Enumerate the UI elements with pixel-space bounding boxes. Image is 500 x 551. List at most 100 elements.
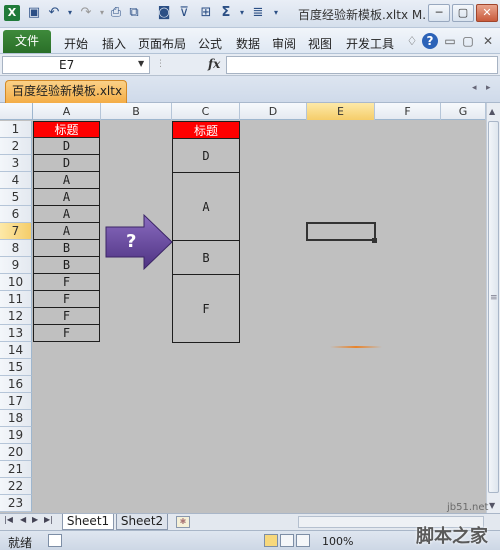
cell-a9[interactable]: B (33, 257, 100, 274)
workbook-tab[interactable]: 百度经验新模板.xltx (5, 80, 127, 103)
cell-a5[interactable]: A (33, 189, 100, 206)
tab-developer[interactable]: 开发工具 (346, 35, 394, 52)
row-header-21[interactable]: 21 (0, 461, 32, 478)
tab-home[interactable]: 开始 (64, 35, 88, 52)
row-header-3[interactable]: 3 (0, 155, 32, 172)
undo-icon[interactable]: ↶ (46, 5, 62, 21)
row-header-18[interactable]: 18 (0, 410, 32, 427)
insert-sheet-icon[interactable]: ✱ (176, 516, 190, 528)
row-header-23[interactable]: 23 (0, 495, 32, 512)
row-header-12[interactable]: 12 (0, 308, 32, 325)
vertical-scroll-thumb[interactable] (488, 121, 499, 493)
scroll-down-icon[interactable]: ▼ (489, 501, 495, 510)
close-button[interactable]: ✕ (476, 4, 498, 22)
column-header-a[interactable]: A (33, 103, 101, 120)
row-header-7[interactable]: 7 (0, 223, 32, 240)
row-header-2[interactable]: 2 (0, 138, 32, 155)
row-header-11[interactable]: 11 (0, 291, 32, 308)
next-sheet-icon[interactable]: ▶ (32, 515, 38, 524)
column-header-g[interactable]: G (441, 103, 486, 120)
save-icon[interactable]: ▣ (26, 5, 42, 21)
column-header-d[interactable]: D (240, 103, 307, 120)
column-header-b[interactable]: B (101, 103, 172, 120)
arrow-shape[interactable] (104, 213, 174, 271)
row-header-15[interactable]: 15 (0, 359, 32, 376)
merged-cell-c10-c13[interactable]: F (172, 275, 240, 343)
row-header-16[interactable]: 16 (0, 376, 32, 393)
row-header-8[interactable]: 8 (0, 240, 32, 257)
cell-a6[interactable]: A (33, 206, 100, 223)
merged-cell-c8-c9[interactable]: B (172, 241, 240, 275)
filter-icon[interactable]: ⊽ (176, 5, 192, 21)
zoom-level[interactable]: 100% (322, 535, 353, 548)
row-header-20[interactable]: 20 (0, 444, 32, 461)
cell-c1-header[interactable]: 标题 (172, 121, 240, 139)
cell-a12[interactable]: F (33, 308, 100, 325)
customize-qat-icon[interactable]: ▾ (268, 5, 284, 21)
row-header-4[interactable]: 4 (0, 172, 32, 189)
name-box[interactable]: E7 (2, 56, 150, 74)
column-header-f[interactable]: F (375, 103, 441, 120)
insert-function-button[interactable]: fx (208, 57, 220, 71)
format-painter-icon[interactable]: ⧉ (126, 5, 142, 21)
row-header-14[interactable]: 14 (0, 342, 32, 359)
selected-cell-e7[interactable] (306, 222, 376, 241)
cell-a2[interactable]: D (33, 138, 100, 155)
column-header-c[interactable]: C (172, 103, 240, 120)
sheet-tab-sheet2[interactable]: Sheet2 (116, 514, 168, 530)
cell-a13[interactable]: F (33, 325, 100, 342)
tab-file[interactable]: 文件 (3, 30, 51, 53)
column-header-e[interactable]: E (307, 103, 375, 120)
camera-icon[interactable]: ◙ (156, 5, 172, 21)
tab-insert[interactable]: 插入 (102, 35, 126, 52)
row-header-1[interactable]: 1 (0, 121, 32, 138)
cell-a11[interactable]: F (33, 291, 100, 308)
tab-formulas[interactable]: 公式 (198, 35, 222, 52)
row-header-19[interactable]: 19 (0, 427, 32, 444)
help-icon[interactable]: ? (422, 33, 438, 49)
minimize-workbook-icon[interactable]: ▭ (442, 33, 458, 49)
cell-a10[interactable]: F (33, 274, 100, 291)
first-sheet-icon[interactable]: |◀ (4, 515, 13, 524)
restore-workbook-icon[interactable]: ▢ (460, 33, 476, 49)
tab-page-layout[interactable]: 页面布局 (138, 35, 186, 52)
minimize-button[interactable]: ─ (428, 4, 450, 22)
macro-record-icon[interactable] (48, 534, 62, 547)
formula-input[interactable] (226, 56, 498, 74)
worksheet-grid[interactable]: A B C D E F G 标题 D A B F ? 1 2 3 4 5 6 7 8 9 10 11… (0, 103, 486, 513)
cell-a8[interactable]: B (33, 240, 100, 257)
collapse-ribbon-icon[interactable]: ♢ (404, 33, 420, 49)
merged-cell-c4-c7[interactable]: A (172, 173, 240, 241)
normal-view-button[interactable] (264, 534, 278, 547)
tab-review[interactable]: 审阅 (272, 35, 296, 52)
page-break-view-button[interactable] (296, 534, 310, 547)
sheet-tab-sheet1[interactable]: Sheet1 (62, 514, 114, 530)
align-icon[interactable]: ≣ (250, 5, 266, 21)
row-header-5[interactable]: 5 (0, 189, 32, 206)
page-layout-view-button[interactable] (280, 534, 294, 547)
close-workbook-icon[interactable]: ✕ (480, 33, 496, 49)
undo-dropdown-icon[interactable]: ▾ (62, 5, 78, 21)
prev-sheet-icon[interactable]: ◀ (20, 515, 26, 524)
row-header-10[interactable]: 10 (0, 274, 32, 291)
excel-app-icon[interactable]: X (4, 5, 20, 21)
scroll-up-icon[interactable]: ▲ (489, 107, 495, 116)
restore-button[interactable]: ▢ (452, 4, 474, 22)
cell-a7[interactable]: A (33, 223, 100, 240)
fill-handle[interactable] (372, 238, 377, 243)
name-box-dropdown-icon[interactable]: ▼ (138, 59, 144, 68)
vertical-scrollbar[interactable]: ▲ ≡ ▼ (486, 103, 500, 513)
autosum-dropdown-icon[interactable]: ▾ (234, 5, 250, 21)
cell-a3[interactable]: D (33, 155, 100, 172)
select-all-corner[interactable] (0, 103, 33, 120)
last-sheet-icon[interactable]: ▶| (44, 515, 53, 524)
redo-icon[interactable]: ↷ (78, 5, 94, 21)
cell-a1-header[interactable]: 标题 (33, 121, 100, 138)
tab-view[interactable]: 视图 (308, 35, 332, 52)
row-header-6[interactable]: 6 (0, 206, 32, 223)
cell-a4[interactable]: A (33, 172, 100, 189)
autosum-icon[interactable]: Σ (218, 5, 234, 21)
merged-cell-c2-c3[interactable]: D (172, 139, 240, 173)
tab-scroll-right-icon[interactable]: ▸ (486, 83, 491, 93)
border-icon[interactable]: ⊞ (198, 5, 214, 21)
